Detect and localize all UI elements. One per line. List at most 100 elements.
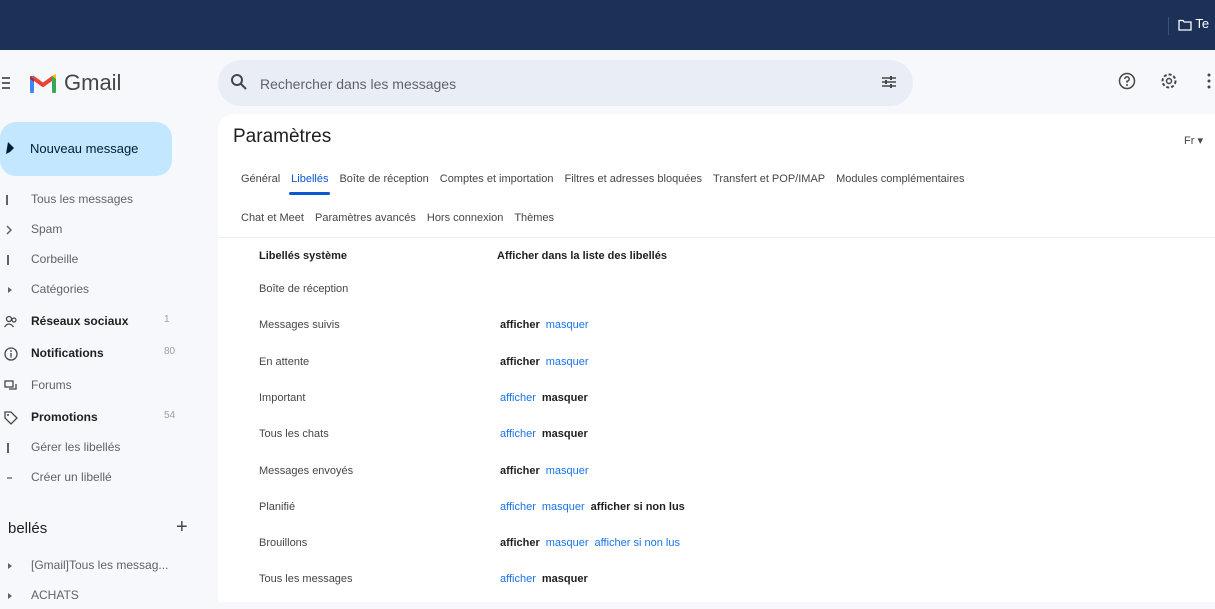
settings-panel: Paramètres Fr ▾ Général Libellés Boîte de … [218,114,1215,602]
label-row: Brouillons afficher masquer afficher si non… [218,537,1215,573]
people-icon [4,315,17,328]
label-row-name: Brouillons [259,537,308,550]
sidebar-item-label: Créer un libellé [31,470,112,484]
tab-tabs_row1-4[interactable]: Filtres et adresses bloquées [564,173,702,185]
all-mail-icon [6,195,8,205]
visibility-option-link[interactable]: afficher [500,428,536,440]
folder-label: Te [1195,16,1210,31]
user-label-name: [Gmail]Tous les messag... [31,558,169,572]
label-row-actions: afficher masquer afficher si non lus [500,537,686,549]
sidebar-item-label: Tous les messages [31,192,134,206]
tab-tabs_row2-3[interactable]: Thèmes [514,212,554,224]
label-row-actions: afficher masquer [500,428,594,440]
sidebar-item-notifications[interactable]: Notifications 80 [0,342,200,366]
visibility-option-link[interactable]: afficher [500,392,536,404]
compose-pencil-icon [6,142,14,154]
sidebar-item-social[interactable]: Réseaux sociaux 1 [0,310,200,334]
search-input[interactable] [258,72,822,96]
language-label: Fr [1184,135,1195,147]
label-row: Boîte de réception [218,283,1215,319]
label-row-name: Messages envoyés [259,464,354,477]
user-label-item[interactable]: ACHATS [0,584,200,608]
sidebar-item-trash[interactable]: Corbeille [0,248,200,272]
tab-tabs_row1-0[interactable]: Général [241,173,280,185]
tab-tabs_row2-2[interactable]: Hors connexion [427,212,503,224]
add-label-button[interactable]: + [176,516,188,539]
plus-icon [7,477,12,479]
visibility-current-option: afficher [500,355,540,368]
visibility-option-link[interactable]: afficher si non lus [595,537,680,549]
tab-tabs_row1-3[interactable]: Comptes et importation [440,173,554,185]
visibility-option-link[interactable]: masquer [546,537,589,549]
visibility-current-option: afficher si non lus [590,500,685,513]
visibility-option-link[interactable]: afficher [500,573,536,585]
chevron-right-icon[interactable] [4,589,18,603]
label-row: En attente afficher masquer [218,356,1215,392]
sidebar-item-spam[interactable]: Spam [0,218,200,242]
label-row: Planifié afficher masquer afficher si non l… [218,501,1215,537]
visibility-option-link[interactable]: masquer [546,465,589,477]
visibility-option-link[interactable]: afficher [500,501,536,513]
label-row: Messages envoyés afficher masquer [218,465,1215,501]
sidebar-item-forums[interactable]: Forums [0,374,200,398]
info-icon [4,347,18,361]
sidebar: Nouveau message Tous les messages Spam C… [0,114,210,602]
chevron-right-icon[interactable] [4,559,18,573]
compose-button[interactable]: Nouveau message [0,122,172,176]
label-row-name: Important [259,391,306,404]
label-row: Important afficher masquer [218,392,1215,428]
tabs-divider [218,237,1215,238]
visibility-current-option: afficher [500,319,540,332]
column-header-system-labels: Libellés système [259,250,348,262]
visibility-option-link[interactable]: masquer [546,356,589,368]
tab-tabs_row1-2[interactable]: Boîte de réception [339,173,428,185]
sidebar-item-manage-labels[interactable]: Gérer les libellés [0,436,200,460]
gmail-m-icon [30,74,56,93]
folder-icon [1178,19,1192,31]
label-row: Messages suivis afficher masquer [218,319,1215,355]
unread-count: 54 [164,410,176,421]
sidebar-item-label: Catégories [31,282,90,296]
tab-tabs_row1-5[interactable]: Transfert et POP/IMAP [713,173,825,185]
tab-tabs_row1-6[interactable]: Modules complémentaires [836,173,964,185]
top-bar-divider [1168,17,1169,35]
main-menu-icon[interactable] [2,77,10,89]
search-icon[interactable] [230,73,248,91]
visibility-option-link[interactable]: masquer [542,501,585,513]
label-row-name: Messages suivis [259,319,340,332]
search-options-icon[interactable] [881,74,897,90]
language-selector[interactable]: Fr ▾ [1184,134,1203,147]
top-bar: Te [0,0,1215,50]
manage-labels-icon [7,443,9,453]
tab-tabs_row2-1[interactable]: Paramètres avancés [315,212,416,224]
search-bar[interactable] [218,60,913,106]
sidebar-item-categories[interactable]: Catégories [0,278,200,302]
apps-menu-icon[interactable] [1206,72,1212,90]
label-row-actions: afficher masquer [500,465,595,477]
column-header-show-in-list: Afficher dans la liste des libellés [497,250,667,262]
folder-button[interactable]: Te [1178,16,1209,31]
sidebar-item-label: Notifications [31,346,104,360]
gmail-logo[interactable]: Gmail [30,70,121,96]
tab-tabs_row1-1[interactable]: Libellés [289,173,331,195]
compose-label: Nouveau message [30,141,139,156]
visibility-option-link[interactable]: masquer [546,319,589,331]
sidebar-item-create-label[interactable]: Créer un libellé [0,466,200,490]
label-row-name: Planifié [259,500,296,513]
visibility-current-option: masquer [541,391,588,404]
help-icon[interactable] [1118,72,1136,90]
chevron-right-icon[interactable] [4,283,18,297]
label-row-actions: afficher masquer [500,319,595,331]
page-title: Paramètres [233,126,332,147]
spam-icon [6,225,13,235]
settings-tabs-row-2: Chat et Meet Paramètres avancés Hors conne… [241,212,565,224]
tab-tabs_row2-0[interactable]: Chat et Meet [241,212,304,224]
user-label-item[interactable]: [Gmail]Tous les messag... [0,554,200,578]
tag-icon [4,411,18,425]
app-header: Gmail [0,50,1215,114]
labels-section-title: bellés [8,520,48,537]
settings-gear-icon[interactable] [1160,72,1178,90]
sidebar-item-promotions[interactable]: Promotions 54 [0,406,200,430]
trash-icon [7,255,9,265]
sidebar-item-all-mail[interactable]: Tous les messages [0,188,200,212]
